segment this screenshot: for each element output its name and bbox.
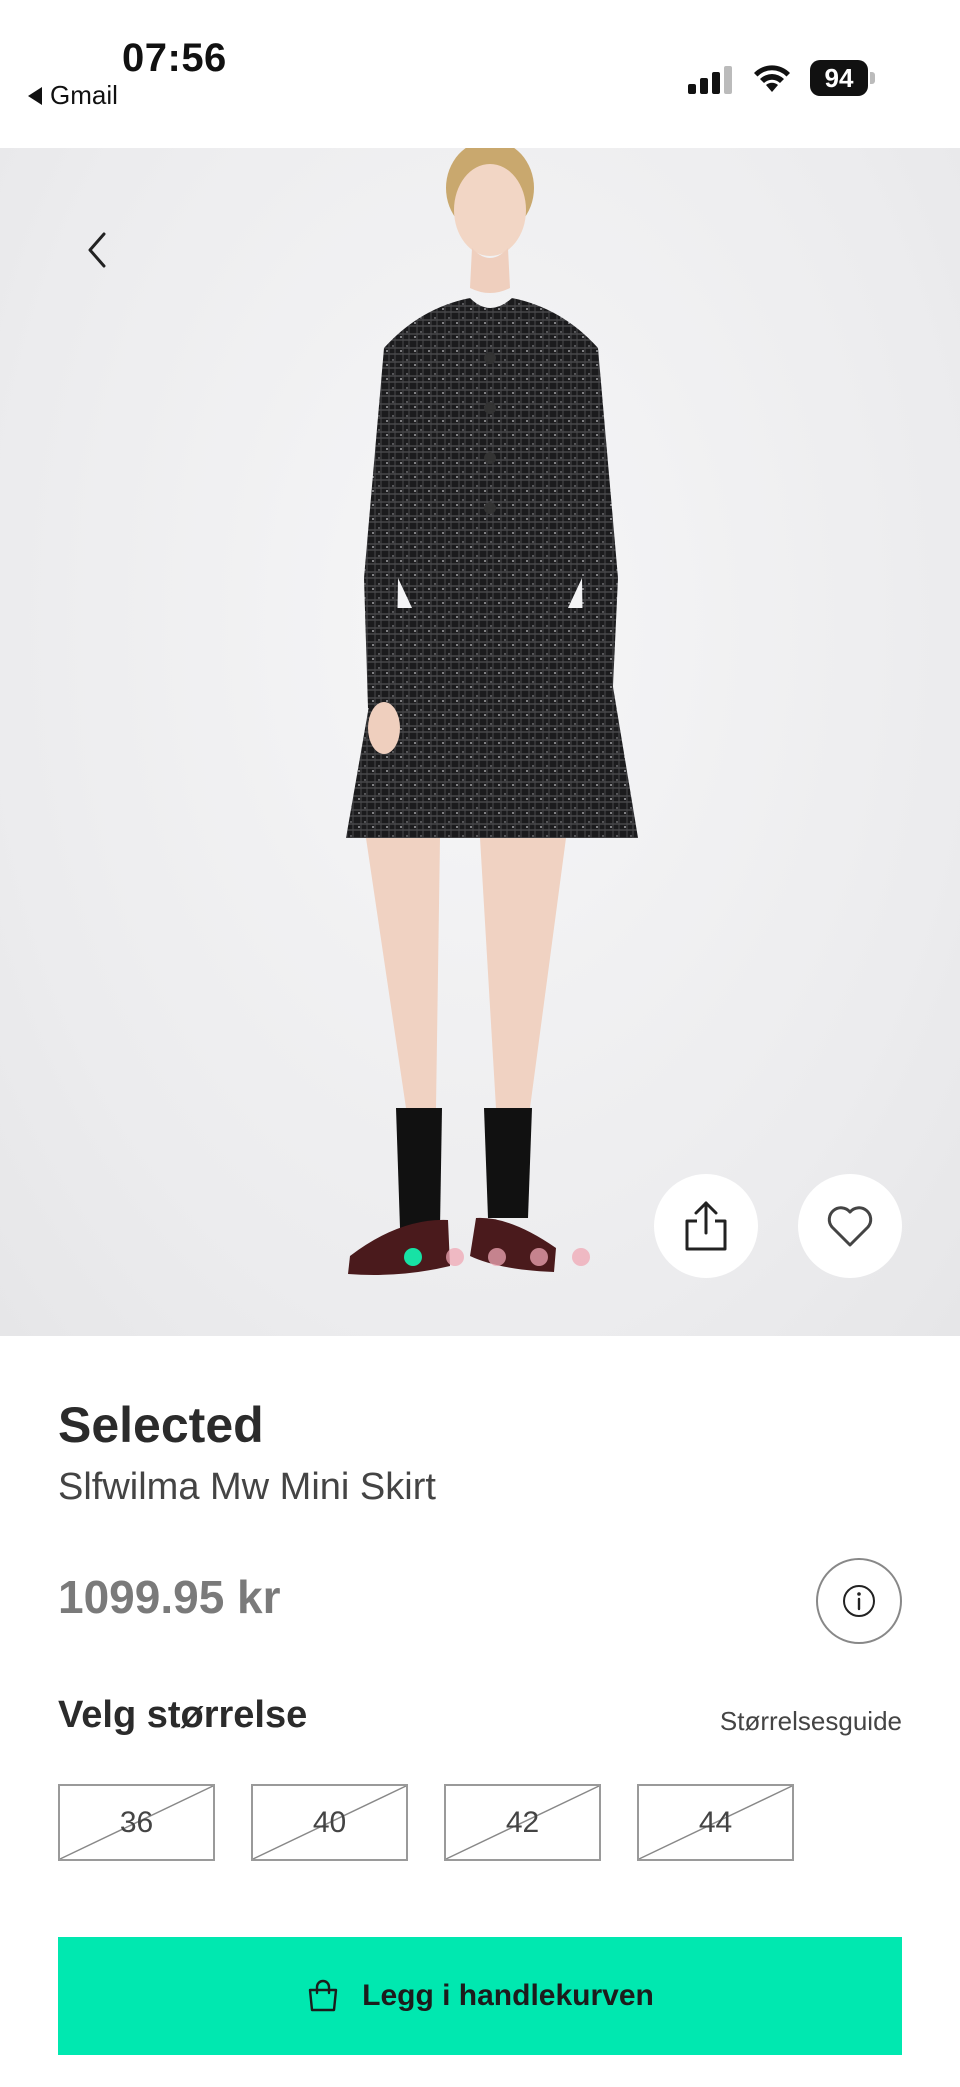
favorite-button[interactable]: [798, 1174, 902, 1278]
wifi-icon: [754, 65, 790, 92]
product-name: Slfwilma Mw Mini Skirt: [58, 1466, 436, 1508]
product-price: 1099.95 kr: [58, 1571, 281, 1623]
status-bar: 07:56 Gmail 94: [0, 0, 960, 148]
cellular-signal-icon: [688, 66, 732, 94]
back-app-label: Gmail: [50, 80, 118, 110]
shopping-bag-icon: [308, 1979, 338, 2012]
carousel-dot[interactable]: [404, 1248, 422, 1266]
size-label: 40: [312, 1805, 347, 1839]
size-option-42[interactable]: 42: [444, 1784, 601, 1861]
status-time: 07:56: [122, 36, 227, 80]
add-to-cart-label: Legg i handlekurven: [362, 1979, 654, 2012]
size-label: 44: [698, 1805, 733, 1839]
carousel-dot[interactable]: [530, 1248, 548, 1266]
battery-icon: 94: [810, 60, 876, 96]
heart-icon: [827, 1206, 873, 1247]
add-to-cart-button[interactable]: Legg i handlekurven: [58, 1937, 902, 2055]
carousel-dot[interactable]: [572, 1248, 590, 1266]
size-options: 36 40 42 44: [58, 1784, 794, 1861]
carousel-dots: [404, 1248, 590, 1266]
share-icon: [685, 1201, 727, 1251]
carousel-dot[interactable]: [446, 1248, 464, 1266]
product-image-carousel[interactable]: [0, 148, 960, 1336]
size-heading: Velg størrelse: [58, 1694, 308, 1736]
back-triangle-icon: [28, 86, 42, 105]
share-button[interactable]: [654, 1174, 758, 1278]
chevron-left-icon[interactable]: [80, 228, 116, 272]
price-info-button[interactable]: [816, 1558, 902, 1644]
product-brand[interactable]: Selected: [58, 1396, 264, 1454]
size-option-40[interactable]: 40: [251, 1784, 408, 1861]
size-option-36[interactable]: 36: [58, 1784, 215, 1861]
carousel-dot[interactable]: [488, 1248, 506, 1266]
product-model-image: [346, 148, 638, 1275]
size-label: 42: [505, 1805, 540, 1839]
battery-level: 94: [810, 60, 868, 96]
size-option-44[interactable]: 44: [637, 1784, 794, 1861]
size-label: 36: [119, 1805, 154, 1839]
info-icon: [843, 1585, 875, 1617]
back-to-app-link[interactable]: Gmail: [28, 80, 118, 111]
size-guide-link[interactable]: Størrelsesguide: [720, 1706, 902, 1737]
battery-nub: [870, 72, 875, 84]
